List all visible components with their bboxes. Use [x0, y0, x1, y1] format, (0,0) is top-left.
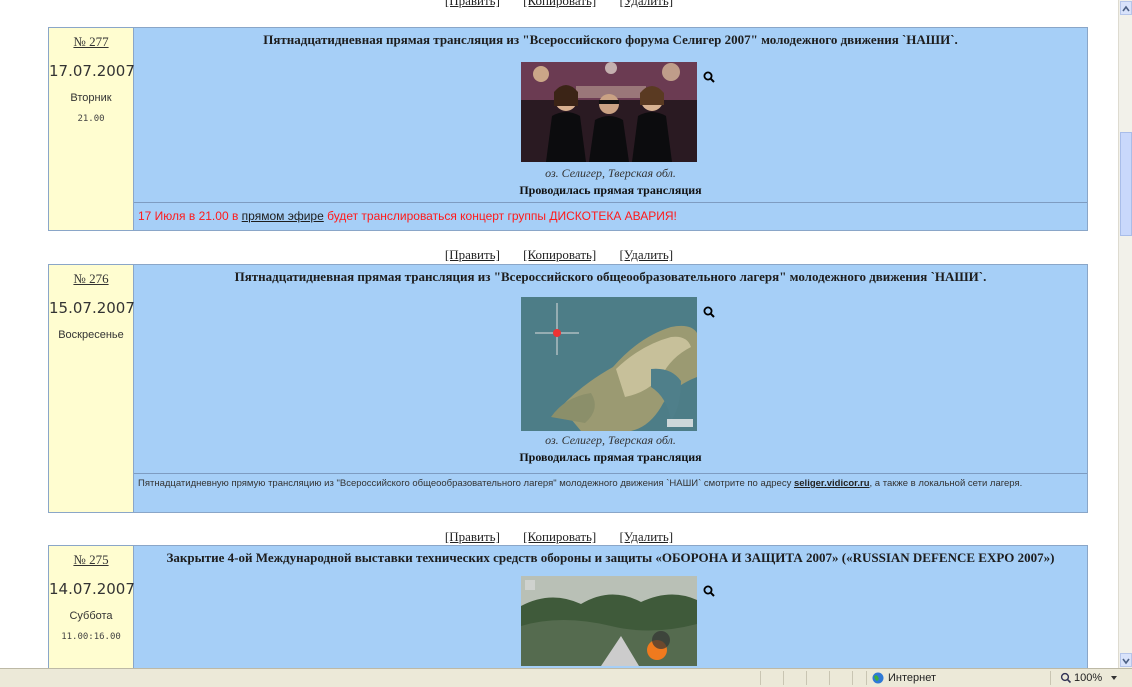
broadcast-status: Проводилась прямая трансляция	[519, 450, 702, 464]
status-cell	[760, 671, 761, 685]
expo-photo[interactable]	[520, 576, 697, 666]
location-caption: оз. Селигер, Тверская обл.	[545, 166, 676, 180]
status-cell	[866, 671, 867, 685]
entry-content: Пятнадцатидневная прямая трансляция из "…	[134, 28, 1087, 198]
note-text-start: 17 Июля в 21.00 в	[138, 209, 242, 223]
zoom-level[interactable]: 100%	[1074, 672, 1102, 684]
status-cell	[1050, 671, 1051, 685]
copy-link[interactable]: [Копировать]	[523, 247, 596, 262]
entry-title: Закрытие 4-ой Международной выставки тех…	[166, 550, 1055, 565]
entry-title: Пятнадцатидневная прямая трансляция из "…	[234, 269, 987, 284]
entry-divider	[134, 202, 1087, 203]
delete-link[interactable]: [Удалить]	[620, 529, 674, 544]
zoom-icon	[1060, 672, 1072, 684]
page-viewport: [Править] [Копировать] [Удалить] № 277 1…	[0, 0, 1118, 668]
broadcast-status: Проводилась прямая трансляция	[519, 183, 702, 197]
status-cell	[806, 671, 807, 685]
concert-photo[interactable]	[520, 62, 697, 162]
entry-number-link[interactable]: № 276	[49, 271, 133, 287]
status-cell	[829, 671, 830, 685]
entry-note: Пятнадцатидневную прямую трансляцию из "…	[138, 478, 1079, 490]
globe-icon	[872, 672, 884, 684]
edit-link[interactable]: [Править]	[445, 0, 500, 8]
location-caption: оз. Селигер, Тверская обл.	[545, 433, 676, 447]
entry-photo-area	[511, 297, 715, 433]
magnifier-icon[interactable]	[703, 585, 715, 597]
copy-link[interactable]: [Копировать]	[523, 0, 596, 8]
entry-number-link[interactable]: № 275	[49, 552, 133, 568]
date-column: № 276 15.07.2007 Воскресенье	[49, 265, 135, 512]
broadcast-entry: № 275 14.07.2007 Суббота 11.00:16.00 Зак…	[48, 545, 1088, 668]
broadcast-entry: № 277 17.07.2007 Вторник 21.00 Пятнадцат…	[48, 27, 1088, 231]
status-cell	[783, 671, 784, 685]
entry-photo-area	[511, 62, 715, 166]
security-zone-label: Интернет	[888, 672, 936, 684]
entry-date: 17.07.2007	[49, 62, 135, 80]
magnifier-icon[interactable]	[703, 306, 715, 318]
entry-actions: [Править] [Копировать] [Удалить]	[0, 529, 1118, 545]
entry-date: 15.07.2007	[49, 299, 135, 317]
entry-divider	[134, 473, 1087, 474]
entry-weekday: Воскресенье	[58, 329, 124, 341]
edit-link[interactable]: [Править]	[445, 247, 500, 262]
entry-weekday: Суббота	[69, 610, 113, 622]
entry-time: 11.00:16.00	[61, 632, 121, 642]
edit-link[interactable]: [Править]	[445, 529, 500, 544]
entry-date: 14.07.2007	[49, 580, 135, 598]
copy-link[interactable]: [Копировать]	[523, 529, 596, 544]
scroll-thumb[interactable]	[1120, 132, 1132, 236]
delete-link[interactable]: [Удалить]	[620, 247, 674, 262]
delete-link[interactable]: [Удалить]	[620, 0, 674, 8]
date-column: № 277 17.07.2007 Вторник 21.00	[49, 28, 135, 230]
scroll-down-button[interactable]	[1120, 653, 1132, 667]
vertical-scrollbar[interactable]	[1118, 0, 1132, 668]
lake-map-photo[interactable]	[520, 297, 697, 431]
broadcast-entry: № 276 15.07.2007 Воскресенье Пятнадцатид…	[48, 264, 1088, 513]
chevron-up-icon	[1122, 5, 1130, 12]
entry-actions: [Править] [Копировать] [Удалить]	[0, 247, 1118, 263]
chevron-down-icon	[1122, 658, 1130, 665]
entry-actions: [Править] [Копировать] [Удалить]	[0, 0, 1118, 9]
entry-content: Закрытие 4-ой Международной выставки тех…	[134, 546, 1087, 666]
date-column: № 275 14.07.2007 Суббота 11.00:16.00	[49, 546, 135, 668]
entry-weekday: Вторник	[70, 92, 112, 104]
note-text-end: , а также в локальной сети лагеря.	[869, 478, 1023, 489]
note-text-end: будет транслироваться концерт группы ДИС…	[323, 209, 677, 223]
scroll-up-button[interactable]	[1120, 1, 1132, 15]
entry-time: 21.00	[77, 114, 105, 124]
status-bar: Интернет 100%	[0, 668, 1132, 687]
entry-note: 17 Июля в 21.00 в прямом эфире будет тра…	[138, 209, 1083, 223]
entry-photo-area	[511, 576, 715, 666]
entry-title: Пятнадцатидневная прямая трансляция из "…	[263, 32, 958, 47]
status-cell	[852, 671, 853, 685]
stream-site-link[interactable]: seliger.vidicor.ru	[794, 478, 870, 489]
dropdown-arrow-icon[interactable]	[1110, 675, 1118, 681]
entry-content: Пятнадцатидневная прямая трансляция из "…	[134, 265, 1087, 465]
magnifier-icon[interactable]	[703, 71, 715, 83]
entry-number-link[interactable]: № 277	[49, 34, 133, 50]
note-text-start: Пятнадцатидневную прямую трансляцию из "…	[138, 478, 794, 489]
live-stream-link[interactable]: прямом эфире	[242, 209, 324, 223]
